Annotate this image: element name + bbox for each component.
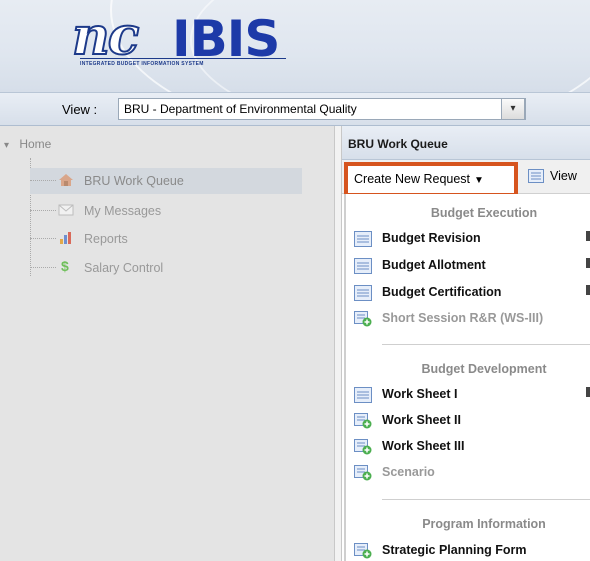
envelope-icon	[58, 204, 74, 216]
sidebar-item-label: BRU Work Queue	[84, 174, 184, 188]
view-button-label: View	[550, 169, 577, 183]
menu-item-work-sheet-iii[interactable]: Work Sheet III	[354, 436, 590, 458]
list-add-icon	[354, 439, 372, 455]
menu-item-budget-certification[interactable]: Budget Certification	[354, 282, 590, 304]
create-new-request-button[interactable]: Create New Request ▼	[344, 162, 518, 197]
header-banner: nc IBIS INTEGRATED BUDGET INFORMATION SY…	[0, 0, 590, 92]
view-select[interactable]: BRU - Department of Environmental Qualit…	[118, 98, 526, 120]
menu-item-work-sheet-i[interactable]: Work Sheet I	[354, 384, 590, 406]
sidebar-item-label: My Messages	[84, 204, 162, 218]
sidebar-item-label: Reports	[84, 232, 128, 246]
menu-separator	[382, 499, 590, 500]
list-add-icon	[354, 311, 372, 327]
menu-item-label: Work Sheet II	[382, 413, 461, 427]
bar-chart-icon	[60, 232, 71, 244]
list-add-icon	[354, 465, 372, 481]
create-new-request-label: Create New Request	[354, 172, 471, 186]
view-bar: View : BRU - Department of Environmental…	[0, 92, 590, 126]
menu-item-label: Work Sheet I	[382, 387, 458, 401]
menu-item-label: Short Session R&R (WS-III)	[382, 311, 544, 325]
menu-section-heading: Program Information	[422, 517, 546, 531]
menu-section-heading: Budget Development	[421, 362, 547, 376]
logo-tagline: INTEGRATED BUDGET INFORMATION SYSTEM	[80, 58, 286, 67]
list-icon	[354, 231, 372, 247]
menu-item-label: Budget Certification	[382, 285, 502, 299]
menu-section-heading: Budget Execution	[430, 206, 538, 220]
sidebar-item-label: Salary Control	[84, 261, 164, 275]
dollar-icon: $	[61, 258, 69, 274]
menu-item-budget-revision[interactable]: Budget Revision	[354, 228, 590, 250]
menu-item-label: Work Sheet III	[382, 439, 465, 453]
create-request-menu: Budget Execution Budget Revision Budget …	[344, 194, 590, 561]
menu-item-label: Scenario	[382, 465, 435, 479]
sidebar-home-label: Home	[19, 137, 52, 151]
sidebar: ▾ Home BRU Work Queue My Messages Report…	[0, 126, 334, 561]
panel-splitter[interactable]	[334, 126, 342, 561]
list-icon	[354, 285, 372, 301]
list-icon	[528, 169, 544, 183]
panel-title: BRU Work Queue	[342, 126, 590, 160]
sidebar-item-my-messages[interactable]: My Messages	[30, 198, 302, 224]
menu-item-label: Budget Allotment	[382, 258, 486, 272]
sidebar-item-salary-control[interactable]: $ Salary Control	[30, 255, 302, 281]
home-icon	[59, 174, 73, 186]
menu-item-label: Strategic Planning Form	[382, 543, 527, 557]
ncibis-logo: nc IBIS INTEGRATED BUDGET INFORMATION SY…	[71, 5, 292, 74]
menu-item-strategic-planning-form[interactable]: Strategic Planning Form	[354, 540, 590, 561]
sidebar-item-reports[interactable]: Reports	[30, 226, 302, 252]
view-label: View :	[62, 102, 98, 117]
menu-item-label: Budget Revision	[382, 231, 481, 245]
view-button[interactable]: View	[528, 169, 577, 183]
caret-down-icon: ▼	[474, 175, 484, 186]
sidebar-item-bru-work-queue[interactable]: BRU Work Queue	[30, 168, 302, 194]
sidebar-home[interactable]: ▾ Home	[4, 137, 51, 151]
chevron-down-icon: ▾	[4, 140, 10, 151]
work-queue-panel: BRU Work Queue Create New Request ▼ View …	[342, 126, 590, 561]
list-add-icon	[354, 413, 372, 429]
chevron-down-icon[interactable]: ▾	[501, 98, 525, 120]
menu-item-work-sheet-ii[interactable]: Work Sheet II	[354, 410, 590, 432]
menu-item-scenario[interactable]: Scenario	[354, 462, 590, 484]
list-icon	[354, 387, 372, 403]
list-icon	[354, 258, 372, 274]
panel-toolbar: Create New Request ▼ View	[342, 160, 590, 197]
menu-item-budget-allotment[interactable]: Budget Allotment	[354, 255, 590, 277]
list-add-icon	[354, 543, 372, 559]
menu-separator	[382, 344, 590, 345]
menu-item-short-session[interactable]: Short Session R&R (WS-III)	[354, 308, 590, 330]
